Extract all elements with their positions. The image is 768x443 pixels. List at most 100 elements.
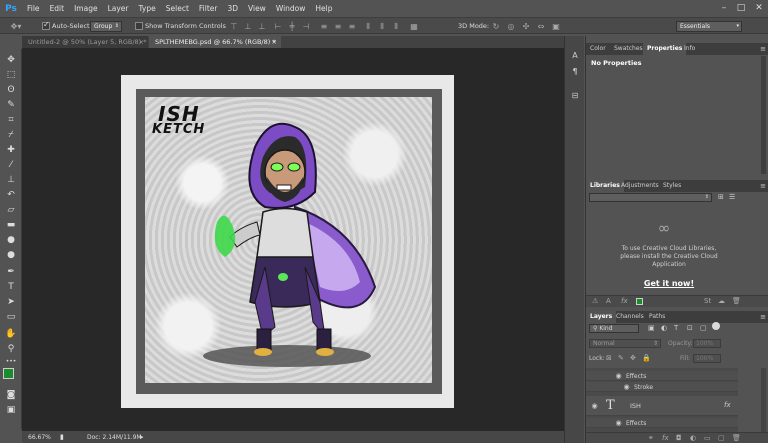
auto-select-dropdown[interactable]: Group ⇕ [90, 21, 122, 32]
layer-filter-dropdown[interactable]: ⚲ Kind [589, 324, 639, 333]
layer-effects-fx-icon[interactable]: fx [724, 401, 731, 409]
eye-icon[interactable]: ◉ [614, 372, 623, 381]
trash-icon[interactable]: 🗑 [732, 434, 741, 442]
layer-effects-row[interactable]: ◉ Effects [586, 371, 738, 381]
dodge-tool-icon[interactable]: ● [3, 248, 19, 262]
quick-mask-icon[interactable]: ◙ [3, 388, 19, 402]
menu-item-filter[interactable]: Filter [194, 0, 223, 17]
distribute-bottom-icon[interactable]: ≡ [346, 21, 358, 32]
type-tool-icon[interactable]: T [3, 280, 19, 294]
get-it-now-link[interactable]: Get it now! [636, 279, 702, 288]
menu-item-file[interactable]: File [22, 0, 45, 17]
tab-styles[interactable]: Styles [659, 180, 685, 192]
add-layer-style-icon[interactable]: fx [662, 434, 669, 442]
paragraph-panel-icon[interactable]: ¶ [569, 66, 581, 78]
list-view-icon[interactable]: ☰ [729, 193, 735, 201]
eye-icon[interactable]: ◉ [590, 402, 599, 411]
character-panel-icon[interactable]: A [569, 50, 581, 62]
distribute-left-icon[interactable]: ⫴ [362, 21, 374, 32]
slide-3d-icon[interactable]: ⇔ [535, 21, 547, 32]
adjustment-layer-icon[interactable]: ◐ [690, 434, 696, 442]
distribute-right-icon[interactable]: ⫴ [390, 21, 402, 32]
filter-shape-icon[interactable]: ⊡ [687, 324, 693, 332]
roll-3d-icon[interactable]: ◎ [505, 21, 517, 32]
tab-close-icon[interactable]: × [272, 36, 277, 48]
foreground-color-swatch[interactable] [3, 368, 14, 379]
menu-item-edit[interactable]: Edit [45, 0, 70, 17]
menu-item-layer[interactable]: Layer [103, 0, 134, 17]
align-left-icon[interactable]: ⊢ [272, 21, 284, 32]
trash-icon[interactable]: 🗑 [732, 297, 741, 305]
distribute-middle-icon[interactable]: ≡ [332, 21, 344, 32]
add-mask-icon[interactable]: ◘ [676, 434, 682, 442]
lock-position-icon[interactable]: ✥ [630, 354, 636, 362]
add-character-style-icon[interactable]: A [606, 297, 611, 305]
layer-effects-row[interactable]: ◉ Effects [586, 418, 738, 428]
add-layer-style-icon[interactable]: fx [621, 297, 628, 305]
grid-view-icon[interactable]: ⊞ [718, 193, 724, 201]
marquee-tool-icon[interactable]: ⬚ [3, 68, 19, 82]
maximize-button[interactable]: □ [733, 0, 749, 15]
link-layers-icon[interactable]: ⚭ [648, 434, 654, 442]
blur-tool-icon[interactable]: ● [3, 233, 19, 247]
eyedropper-tool-icon[interactable]: ⌿ [3, 128, 19, 142]
orbit-3d-icon[interactable]: ↻ [490, 21, 502, 32]
align-center-icon[interactable]: ╪ [286, 21, 298, 32]
gradient-tool-icon[interactable]: ▬ [3, 218, 19, 232]
status-menu-icon[interactable]: ▸ [140, 433, 144, 441]
align-top-icon[interactable]: ⊤ [228, 21, 240, 32]
more-tools-icon[interactable]: ••• [3, 355, 19, 369]
add-graphic-icon[interactable]: ⚠ [592, 297, 598, 305]
distribute-top-icon[interactable]: ≡ [318, 21, 330, 32]
shape-tool-icon[interactable]: ▭ [3, 310, 19, 324]
tab-close-icon[interactable]: × [139, 36, 144, 48]
tab-color[interactable]: Color [586, 43, 610, 55]
transform-controls-checkbox[interactable] [135, 22, 143, 30]
menu-item-3d[interactable]: 3D [222, 0, 243, 17]
move-tool-icon[interactable]: ✥ [3, 53, 19, 67]
properties-scrollbar[interactable] [761, 56, 766, 174]
hand-tool-icon[interactable]: ✋ [3, 327, 19, 341]
tab-adjustments[interactable]: Adjustments [617, 180, 663, 192]
filter-adjustment-icon[interactable]: ◐ [661, 324, 667, 332]
layer-stroke-row[interactable]: ◉ Stroke [586, 382, 738, 392]
auto-align-icon[interactable]: ▦ [408, 21, 420, 32]
tab-untitled-2[interactable]: Untitled-2 @ 50% (Layer 5, RGB/8) * × [22, 36, 148, 48]
menu-item-image[interactable]: Image [69, 0, 103, 17]
brush-tool-icon[interactable]: ⁄ [3, 158, 19, 172]
tab-info[interactable]: Info [680, 43, 699, 55]
menu-item-select[interactable]: Select [161, 0, 194, 17]
pen-tool-icon[interactable]: ✒ [3, 265, 19, 279]
distribute-center-icon[interactable]: ⫴ [376, 21, 388, 32]
clone-stamp-tool-icon[interactable]: ⊥ [3, 173, 19, 187]
cloud-sync-icon[interactable]: ☁ [718, 297, 725, 305]
lock-all-icon[interactable]: 🔒 [642, 354, 651, 362]
eraser-tool-icon[interactable]: ▱ [3, 203, 19, 217]
lock-image-icon[interactable]: ✎ [618, 354, 624, 362]
menu-item-window[interactable]: Window [271, 0, 311, 17]
fill-input[interactable]: 100% [693, 354, 721, 363]
auto-select-checkbox[interactable] [42, 20, 50, 30]
screen-mode-icon[interactable]: ▣ [3, 403, 19, 417]
tab-swatches[interactable]: Swatches [610, 43, 647, 55]
minimize-button[interactable]: – [716, 0, 732, 15]
tab-channels[interactable]: Channels [612, 311, 648, 323]
opacity-input[interactable]: 100% [693, 339, 721, 348]
align-bottom-icon[interactable]: ⊥ [256, 21, 268, 32]
blend-mode-dropdown[interactable]: Normal ⇕ [589, 339, 661, 348]
panel-menu-icon[interactable]: ≡ [760, 311, 766, 323]
close-window-button[interactable]: ✕ [751, 0, 767, 15]
pan-3d-icon[interactable]: ✣ [520, 21, 532, 32]
menu-item-view[interactable]: View [243, 0, 271, 17]
tab-paths[interactable]: Paths [645, 311, 669, 323]
library-select[interactable]: ⇕ [589, 193, 712, 202]
panel-menu-icon[interactable]: ≡ [760, 180, 766, 192]
panel-menu-icon[interactable]: ≡ [760, 43, 766, 55]
lasso-tool-icon[interactable]: ʘ [3, 83, 19, 97]
menu-item-help[interactable]: Help [310, 0, 337, 17]
eye-icon[interactable]: ◉ [614, 419, 623, 428]
zoom-level[interactable]: 66.67% [28, 434, 51, 441]
move-tool-icon[interactable]: ✥▾ [8, 21, 24, 32]
tab-splthemebg[interactable]: SPLTHEMEBG.psd @ 66.7% (RGB/8) * × [149, 36, 281, 48]
zoom-tool-icon[interactable]: ⚲ [3, 342, 19, 356]
